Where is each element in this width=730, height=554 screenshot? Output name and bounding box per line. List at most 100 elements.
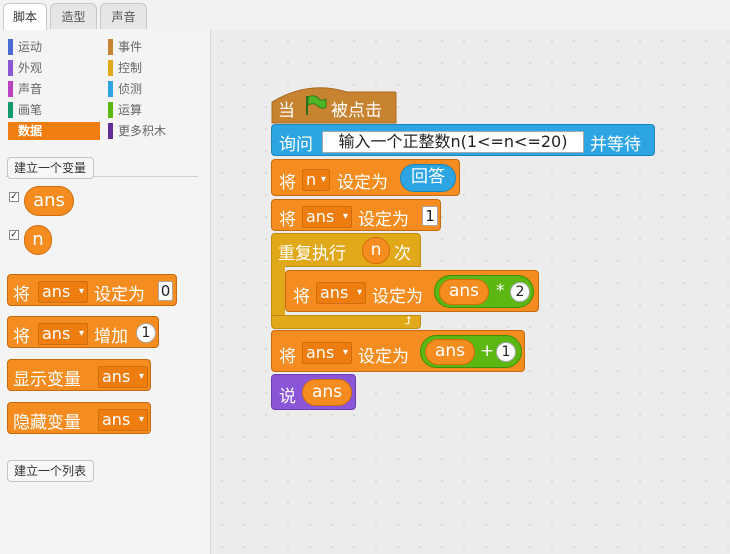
tab-costumes[interactable]: 造型 (50, 3, 97, 29)
block-text: 隐藏变量 (13, 413, 81, 433)
block-text: 将 (279, 173, 296, 193)
tab-sounds[interactable]: 声音 (100, 3, 147, 29)
block-text: 设定为 (358, 210, 409, 230)
block-text: 并等待 (590, 135, 641, 155)
variable-ans-reporter[interactable]: ans (302, 379, 352, 406)
value-input[interactable]: 2 (510, 282, 530, 302)
variable-dropdown[interactable]: ans (302, 342, 352, 364)
value-input[interactable]: 0 (158, 281, 173, 301)
multiply-operator[interactable]: ans * 2 (434, 275, 534, 308)
set-ans-to-1-block[interactable]: 将 ans 设定为 1 (271, 199, 441, 231)
variable-dropdown[interactable]: ans (38, 323, 88, 345)
add-operator[interactable]: ans + 1 (420, 335, 522, 368)
category-color-swatch (108, 123, 113, 139)
variable-dropdown[interactable]: ans (302, 206, 352, 228)
category-color-swatch (108, 81, 113, 97)
variable-dropdown[interactable]: ans (316, 282, 366, 304)
block-text: 将 (279, 347, 296, 367)
category-2[interactable]: 外观 (8, 59, 88, 77)
when-flag-clicked-hat[interactable]: 当 被点击 (271, 82, 397, 124)
category-color-swatch (108, 39, 113, 55)
tab-scripts[interactable]: 脚本 (3, 3, 47, 31)
category-color-swatch (8, 123, 13, 139)
value-input[interactable]: 1 (496, 342, 516, 362)
set-n-to-answer-block[interactable]: 将 n 设定为 回答 (271, 159, 460, 196)
operator-symbol: * (496, 281, 505, 301)
category-label: 更多积木 (118, 124, 167, 138)
set-ans-multiply-block[interactable]: 将 ans 设定为 ans * 2 (285, 270, 539, 312)
category-3[interactable]: 控制 (108, 59, 188, 77)
show-variable-block[interactable]: 显示变量 ans (7, 359, 151, 391)
category-color-swatch (8, 81, 13, 97)
category-label: 声音 (18, 82, 43, 96)
script-area[interactable]: 当 被点击 询问 输入一个正整数n(1<=n<=20) 并等待 将 n 设定为 … (211, 30, 730, 554)
variable-dropdown[interactable]: n (302, 169, 330, 191)
variable-n-reporter[interactable]: n (362, 237, 390, 264)
say-block[interactable]: 说 ans (271, 374, 356, 410)
repeat-footer (271, 315, 421, 329)
block-text: 增加 (94, 327, 128, 347)
var-ans-checkbox[interactable]: ✓ (9, 192, 19, 202)
category-6[interactable]: 画笔 (8, 101, 88, 119)
ask-and-wait-block[interactable]: 询问 输入一个正整数n(1<=n<=20) 并等待 (271, 124, 655, 156)
tab-bar: 脚本 造型 声音 (0, 0, 730, 31)
category-label: 运算 (118, 103, 143, 117)
variable-n-reporter[interactable]: n (24, 225, 52, 255)
repeat-arm (271, 266, 285, 316)
category-color-swatch (108, 60, 113, 76)
category-label: 控制 (118, 61, 143, 75)
category-label: 画笔 (18, 103, 43, 117)
variable-dropdown[interactable]: ans (98, 366, 148, 388)
operator-symbol: + (480, 341, 495, 361)
block-text: 被点击 (331, 101, 382, 121)
variable-dropdown[interactable]: ans (98, 409, 148, 431)
block-text: 显示变量 (13, 370, 81, 390)
category-1[interactable]: 事件 (108, 38, 188, 56)
answer-reporter[interactable]: 回答 (400, 164, 456, 192)
green-flag-icon (303, 94, 327, 120)
block-text: 设定为 (358, 347, 409, 367)
block-text: 当 (278, 101, 295, 121)
block-text: 设定为 (337, 173, 388, 193)
category-label: 事件 (118, 40, 143, 54)
category-label: 数据 (18, 124, 43, 138)
category-8[interactable]: 数据 (8, 122, 100, 140)
category-4[interactable]: 声音 (8, 80, 88, 98)
set-variable-block[interactable]: 将 ans 设定为 0 (7, 274, 177, 306)
category-7[interactable]: 运算 (108, 101, 188, 119)
value-input[interactable]: 1 (422, 206, 438, 226)
variable-ans-reporter[interactable]: ans (439, 279, 489, 305)
set-ans-plus-block[interactable]: 将 ans 设定为 ans + 1 (271, 330, 525, 372)
var-n-checkbox[interactable]: ✓ (9, 230, 19, 240)
category-0[interactable]: 运动 (8, 38, 88, 56)
hide-variable-block[interactable]: 隐藏变量 ans (7, 402, 151, 434)
value-input[interactable]: 1 (136, 323, 156, 343)
change-variable-block[interactable]: 将 ans 增加 1 (7, 316, 159, 348)
category-label: 运动 (18, 40, 43, 54)
variable-ans-reporter[interactable]: ans (425, 339, 475, 365)
block-text: 设定为 (94, 285, 145, 305)
category-color-swatch (8, 39, 13, 55)
block-palette: 运动 事件 外观 控制 声音 侦测 画笔 运算 数据 更多积木 建立一个变量 ✓ ans ✓ n … (0, 30, 211, 554)
block-text: 说 (279, 387, 296, 407)
category-color-swatch (8, 102, 13, 118)
block-text: 次 (394, 244, 411, 264)
block-text: 设定为 (372, 287, 423, 307)
block-text: 询问 (279, 135, 313, 155)
block-text: 将 (293, 287, 310, 307)
make-list-button[interactable]: 建立一个列表 (7, 460, 94, 482)
category-9[interactable]: 更多积木 (108, 122, 188, 140)
block-text: 将 (279, 210, 296, 230)
block-text: 将 (13, 285, 30, 305)
question-input[interactable]: 输入一个正整数n(1<=n<=20) (322, 131, 584, 153)
block-text: 将 (13, 327, 30, 347)
category-color-swatch (108, 102, 113, 118)
block-text: 重复执行 (278, 244, 346, 264)
category-label: 侦测 (118, 82, 143, 96)
make-variable-button[interactable]: 建立一个变量 (7, 157, 94, 179)
variable-dropdown[interactable]: ans (38, 281, 88, 303)
variable-ans-reporter[interactable]: ans (24, 186, 74, 216)
loop-arrow-icon: ⮥ (405, 314, 412, 327)
category-label: 外观 (18, 61, 43, 75)
category-5[interactable]: 侦测 (108, 80, 188, 98)
